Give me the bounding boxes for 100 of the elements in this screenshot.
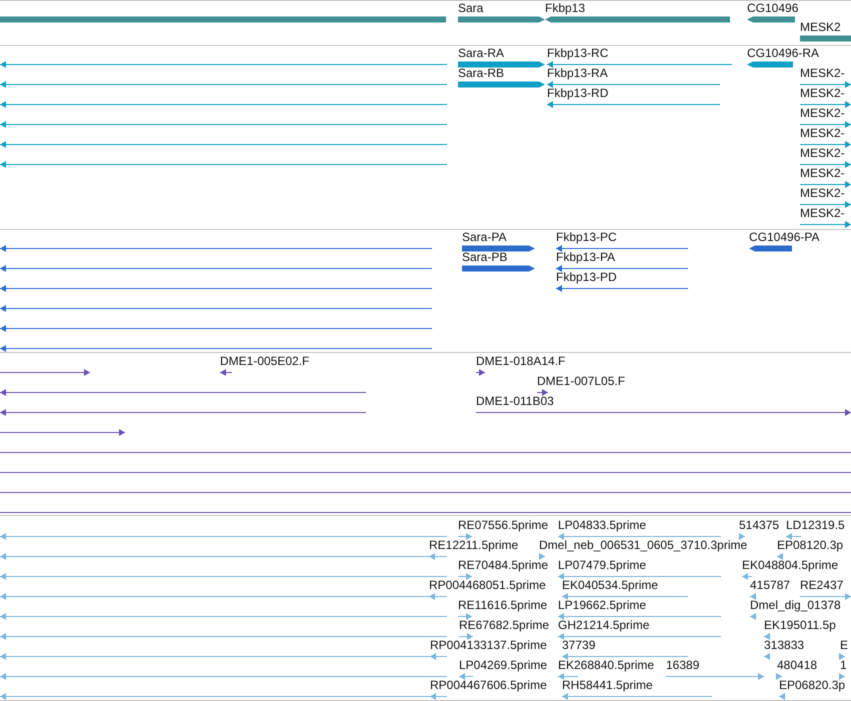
feature-label: LD12319.5 — [786, 519, 845, 531]
feature-line[interactable] — [476, 408, 851, 417]
feature-line[interactable] — [0, 324, 432, 333]
feature-line[interactable] — [556, 264, 688, 273]
feature-line[interactable] — [0, 284, 432, 293]
feature-label: EK195011.5p — [764, 619, 836, 631]
feature-bar[interactable] — [458, 80, 545, 89]
feature-line[interactable] — [220, 368, 232, 377]
feature-line[interactable] — [800, 120, 851, 129]
feature-bar[interactable] — [458, 15, 545, 24]
feature-label: 313833 — [764, 639, 804, 651]
feature-line[interactable] — [547, 60, 732, 69]
feature-label: 514375 — [739, 519, 780, 531]
feature-label: Sara-RA — [458, 47, 504, 59]
feature-line[interactable] — [800, 100, 851, 109]
feature-line[interactable] — [0, 60, 447, 69]
feature-label: 37739 — [562, 639, 596, 651]
feature-bar[interactable] — [462, 244, 535, 253]
feature-label: EP08120.3p — [777, 539, 844, 551]
feature-line[interactable] — [0, 140, 447, 149]
feature-bar[interactable] — [747, 60, 793, 69]
feature-line[interactable] — [800, 140, 851, 149]
feature-label: DME1-011B03 — [476, 395, 554, 407]
feature-line[interactable] — [0, 100, 447, 109]
feature-label: MESK2- — [800, 87, 845, 99]
feature-label: LP04269.5prime — [459, 659, 548, 671]
feature-label: DME1-005E02.F — [220, 355, 310, 367]
feature-label: MESK2- — [800, 127, 845, 139]
feature-line[interactable] — [0, 408, 366, 417]
feature-line[interactable] — [800, 160, 851, 169]
feature-line[interactable] — [547, 100, 720, 109]
feature-line[interactable] — [764, 632, 769, 641]
feature-line[interactable] — [556, 284, 688, 293]
feature-line[interactable] — [800, 200, 851, 209]
feature-label: 16389 — [666, 659, 700, 671]
feature-line[interactable] — [777, 672, 782, 681]
feature-label: Fkbp13-PC — [556, 231, 617, 243]
feature-line[interactable] — [0, 428, 125, 437]
feature-label: MESK2- — [800, 107, 845, 119]
feature-label: E — [840, 639, 848, 651]
feature-line[interactable] — [476, 368, 485, 377]
feature-line[interactable] — [800, 220, 851, 229]
feature-line[interactable] — [0, 160, 447, 169]
feature-label: EK268840.5prime — [558, 659, 654, 671]
feature-line[interactable] — [0, 80, 447, 89]
feature-label: RE12211.5prime — [429, 539, 518, 551]
feature-line[interactable] — [537, 388, 548, 397]
feature-label: LP04833.5prime — [558, 519, 646, 531]
feature-label: Dmel_dig_01378 — [750, 599, 841, 611]
feature-label: CG10496 — [747, 2, 798, 14]
feature-bar[interactable] — [462, 264, 535, 273]
feature-label: Fkbp13-PD — [556, 271, 617, 283]
feature-line[interactable] — [0, 344, 432, 352]
feature-label: Fkbp13-RA — [547, 67, 608, 79]
feature-label: LP07479.5prime — [558, 559, 646, 571]
feature-bar[interactable] — [800, 34, 851, 43]
feature-label: Sara-PA — [462, 231, 506, 243]
feature-line[interactable] — [0, 304, 432, 313]
feature-line[interactable] — [0, 388, 366, 397]
feature-bar[interactable] — [747, 15, 795, 24]
feature-label: EK040534.5prime — [562, 579, 658, 591]
feature-line[interactable] — [800, 180, 851, 189]
feature-line[interactable] — [556, 244, 688, 253]
feature-label: 1 — [840, 659, 847, 671]
feature-label: MESK2- — [800, 147, 845, 159]
feature-line[interactable] — [750, 592, 755, 601]
feature-label: RP004468051.5prime — [429, 579, 546, 591]
feature-line[interactable] — [0, 120, 447, 129]
feature-label: Sara-PB — [462, 251, 508, 263]
feature-label: RE07556.5prime — [458, 519, 548, 531]
feature-line[interactable] — [786, 532, 801, 541]
feature-label: GH21214.5prime — [558, 619, 650, 631]
feature-label: RH58441.5prime — [562, 679, 653, 691]
feature-label: Sara — [458, 2, 484, 14]
feature-label: Fkbp13 — [545, 2, 586, 14]
feature-label: Dmel_neb_006531_0605_3710.3prime — [539, 539, 748, 551]
feature-label: Sara-RB — [458, 67, 504, 79]
feature-label: DME1-007L05.F — [537, 375, 626, 387]
feature-bar[interactable] — [458, 60, 545, 69]
feature-label: RE67682.5prime — [459, 619, 550, 631]
feature-label: DME1-018A14.F — [476, 355, 566, 367]
feature-label: RE70484.5prime — [458, 559, 548, 571]
feature-label: 415787 — [750, 579, 790, 591]
feature-line[interactable] — [458, 612, 472, 621]
feature-label: CG10496-RA — [747, 47, 820, 59]
feature-label: Fkbp13-RD — [547, 87, 608, 99]
feature-label: LP19662.5prime — [558, 599, 646, 611]
feature-line[interactable] — [800, 80, 851, 89]
feature-line[interactable] — [0, 244, 432, 253]
feature-bar[interactable] — [0, 15, 446, 24]
feature-line[interactable] — [0, 368, 90, 377]
feature-label: 480418 — [777, 659, 818, 671]
feature-label: RE2437 — [800, 579, 844, 591]
feature-line[interactable] — [777, 552, 783, 561]
feature-label: RE11616.5prime — [458, 599, 548, 611]
feature-bar[interactable] — [749, 244, 792, 253]
feature-label: MESK2- — [800, 207, 845, 219]
feature-line[interactable] — [0, 264, 432, 273]
feature-label: RP004133137.5prime — [430, 639, 547, 651]
feature-line[interactable] — [547, 80, 720, 89]
